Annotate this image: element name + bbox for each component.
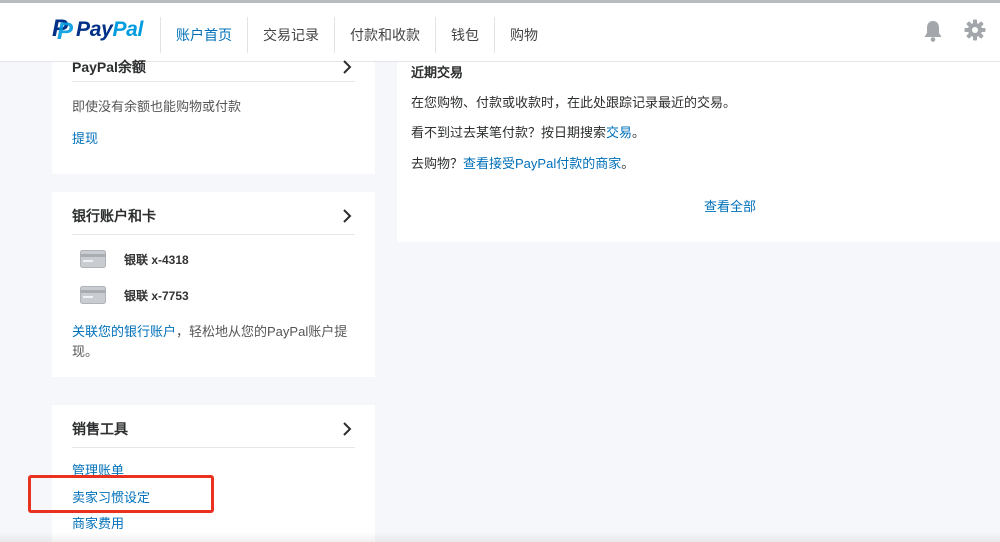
- nav-transactions[interactable]: 交易记录: [247, 17, 334, 53]
- line3-suffix: 。: [621, 156, 635, 171]
- bank-card-row[interactable]: 银联 x-4318: [80, 250, 189, 268]
- link-bank-text-rest: ，轻松地从您的PayPal账户提: [176, 324, 348, 339]
- link-bank-account-link[interactable]: 关联您的银行账户: [72, 324, 176, 339]
- bank-card-title: 银行账户和卡: [72, 207, 156, 224]
- recent-transactions-line2: 看不到过去某笔付款？按日期搜索交易。: [411, 122, 645, 141]
- line2-suffix: 。: [632, 125, 646, 140]
- selling-tools-header[interactable]: 销售工具: [72, 410, 355, 448]
- paypal-mark-icon: P P: [52, 15, 74, 45]
- balance-card-title: PayPal余额: [72, 58, 146, 75]
- selling-tools-card: 销售工具 管理账单 卖家习惯设定 商家费用: [52, 405, 375, 542]
- paypal-wordmark: PayPal: [76, 18, 144, 41]
- withdraw-link[interactable]: 提现: [72, 128, 98, 147]
- recent-transactions-line1: 在您购物、付款或收款时，在此处跟踪记录最近的交易。: [411, 95, 737, 110]
- line3-prefix: 去购物？: [411, 156, 464, 171]
- chevron-right-icon: [343, 421, 352, 436]
- recent-transactions-title: 近期交易: [411, 65, 464, 80]
- bank-card-row[interactable]: 银联 x-7753: [80, 286, 189, 304]
- balance-card-header[interactable]: PayPal余额: [72, 52, 355, 82]
- bank-card-label: 银联 x-7753: [124, 288, 189, 303]
- recent-transactions-card: 近期交易 在您购物、付款或收款时，在此处跟踪记录最近的交易。 看不到过去某笔付款…: [397, 62, 1000, 242]
- paypal-logo[interactable]: P P PayPal: [52, 15, 144, 45]
- line2-prefix: 看不到过去某笔付款？按日期搜索: [411, 125, 607, 140]
- main-nav: 账户首页 交易记录 付款和收款 钱包 购物: [160, 17, 553, 53]
- nav-send-receive[interactable]: 付款和收款: [334, 17, 435, 53]
- balance-card: PayPal余额 即使没有余额也能购物或付款 提现: [52, 59, 375, 174]
- merchants-accepting-paypal-link[interactable]: 查看接受PayPal付款的商家: [463, 156, 621, 171]
- credit-card-icon: [80, 250, 106, 268]
- bell-icon[interactable]: [922, 19, 944, 43]
- balance-description: 即使没有余额也能购物或付款: [72, 99, 242, 114]
- bank-card-header[interactable]: 银行账户和卡: [72, 197, 355, 235]
- gear-icon[interactable]: [964, 19, 986, 41]
- transactions-search-link[interactable]: 交易: [606, 125, 632, 140]
- bank-card: 银行账户和卡 银联 x-4318 银联 x-7753 关联您的银行账户，轻松地从…: [52, 192, 375, 377]
- view-all-link[interactable]: 查看全部: [704, 196, 756, 215]
- nav-account-home[interactable]: 账户首页: [160, 17, 247, 53]
- link-bank-text: 关联您的银行账户，轻松地从您的PayPal账户提: [72, 322, 347, 342]
- bank-card-label: 银联 x-4318: [124, 252, 189, 267]
- nav-wallet[interactable]: 钱包: [435, 17, 494, 53]
- highlight-box: [28, 475, 214, 513]
- chevron-right-icon: [343, 208, 352, 223]
- nav-shopping[interactable]: 购物: [494, 17, 553, 53]
- merchant-fees-link[interactable]: 商家费用: [72, 513, 124, 532]
- selling-tools-title: 销售工具: [72, 420, 128, 437]
- link-bank-text-line2: 现。: [72, 344, 99, 359]
- credit-card-icon: [80, 286, 106, 304]
- recent-transactions-line3: 去购物？查看接受PayPal付款的商家。: [411, 153, 634, 172]
- top-icons: [922, 19, 986, 43]
- chevron-right-icon: [343, 59, 352, 74]
- bottom-shadow: [0, 532, 1000, 542]
